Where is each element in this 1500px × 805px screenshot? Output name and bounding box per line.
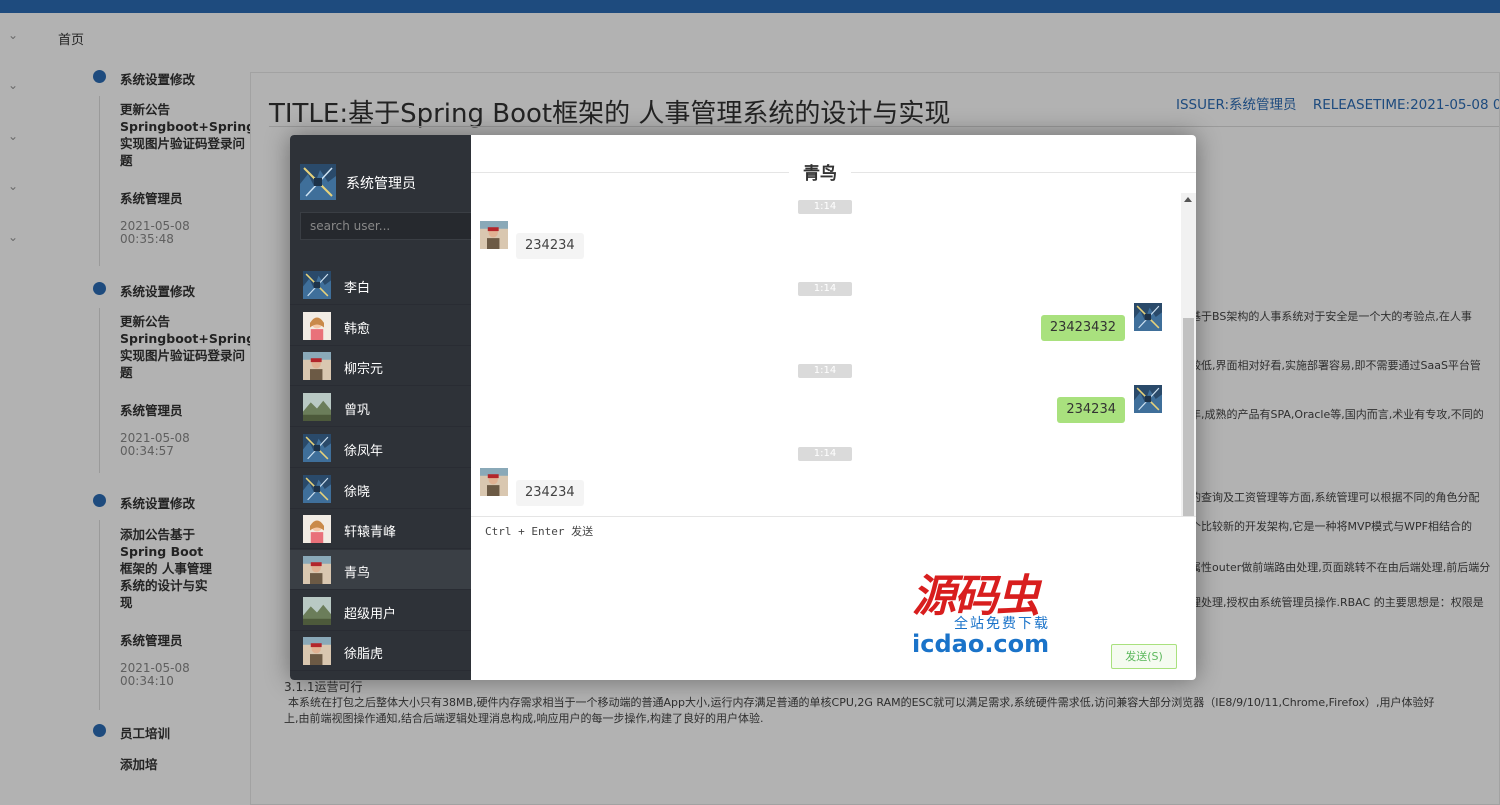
current-user-name: 系统管理员 <box>346 176 416 192</box>
scrollbar-thumb[interactable] <box>1183 318 1194 516</box>
avatar <box>303 271 331 299</box>
message-time: 1:14 <box>798 282 852 296</box>
chat-sidebar: 系统管理员 李白韩愈柳宗元曾巩徐凤年徐晓轩辕青峰青鸟超级用户徐脂虎 <box>290 135 471 680</box>
contact-item[interactable]: 徐晓 <box>290 469 471 509</box>
avatar <box>480 468 508 496</box>
avatar <box>303 556 331 584</box>
contact-item[interactable]: 柳宗元 <box>290 346 471 387</box>
contact-name: 青鸟 <box>344 565 371 581</box>
current-user: 系统管理员 <box>300 164 460 200</box>
chat-title: 青鸟 <box>789 159 851 184</box>
contact-item[interactable]: 李白 <box>290 265 471 305</box>
search-user-input[interactable] <box>300 212 471 240</box>
avatar <box>303 393 331 421</box>
contact-name: 徐晓 <box>344 484 371 500</box>
avatar <box>303 515 331 543</box>
contact-name: 李白 <box>344 281 371 296</box>
message-time: 1:14 <box>798 200 852 214</box>
contact-name: 徐脂虎 <box>344 647 384 663</box>
contact-item[interactable]: 轩辕青峰 <box>290 509 471 550</box>
contact-name: 轩辕青峰 <box>344 525 397 541</box>
contact-item[interactable]: 徐凤年 <box>290 428 471 468</box>
message-time: 1:14 <box>798 447 852 461</box>
avatar <box>303 352 331 380</box>
watermark-url: icdao.com <box>912 630 1050 658</box>
contact-item[interactable]: 青鸟 <box>290 549 471 590</box>
scroll-up-arrow-icon[interactable] <box>1184 197 1192 202</box>
contact-item[interactable]: 超级用户 <box>290 591 471 631</box>
message-bubble-incoming: 234234 <box>516 480 584 506</box>
avatar <box>300 164 336 200</box>
contact-name: 徐凤年 <box>344 443 384 459</box>
message-time: 1:14 <box>798 364 852 378</box>
avatar <box>303 312 331 340</box>
contact-name: 韩愈 <box>344 321 371 337</box>
message-scrollbar[interactable] <box>1181 193 1196 516</box>
contact-name: 柳宗元 <box>344 362 384 378</box>
message-bubble-incoming: 234234 <box>516 233 584 259</box>
contact-name: 超级用户 <box>344 606 397 622</box>
avatar <box>480 221 508 249</box>
divider <box>471 516 1196 517</box>
avatar <box>303 597 331 625</box>
avatar <box>303 434 331 462</box>
message-list[interactable]: 1:14 234234 1:14 23423432 1:14 234234 1:14 2342… <box>471 193 1181 516</box>
contact-item[interactable]: 曾巩 <box>290 387 471 428</box>
avatar <box>1134 303 1162 331</box>
avatar <box>303 637 331 665</box>
contact-item[interactable]: 韩愈 <box>290 306 471 346</box>
avatar <box>303 475 331 503</box>
contact-item[interactable]: 徐脂虎 <box>290 631 471 672</box>
avatar <box>1134 385 1162 413</box>
watermark: 源码虫 全站免费下载 icdao.com <box>912 560 1372 670</box>
message-bubble-outgoing: 234234 <box>1057 397 1125 423</box>
message-bubble-outgoing: 23423432 <box>1040 315 1125 341</box>
contact-name: 曾巩 <box>344 403 371 419</box>
